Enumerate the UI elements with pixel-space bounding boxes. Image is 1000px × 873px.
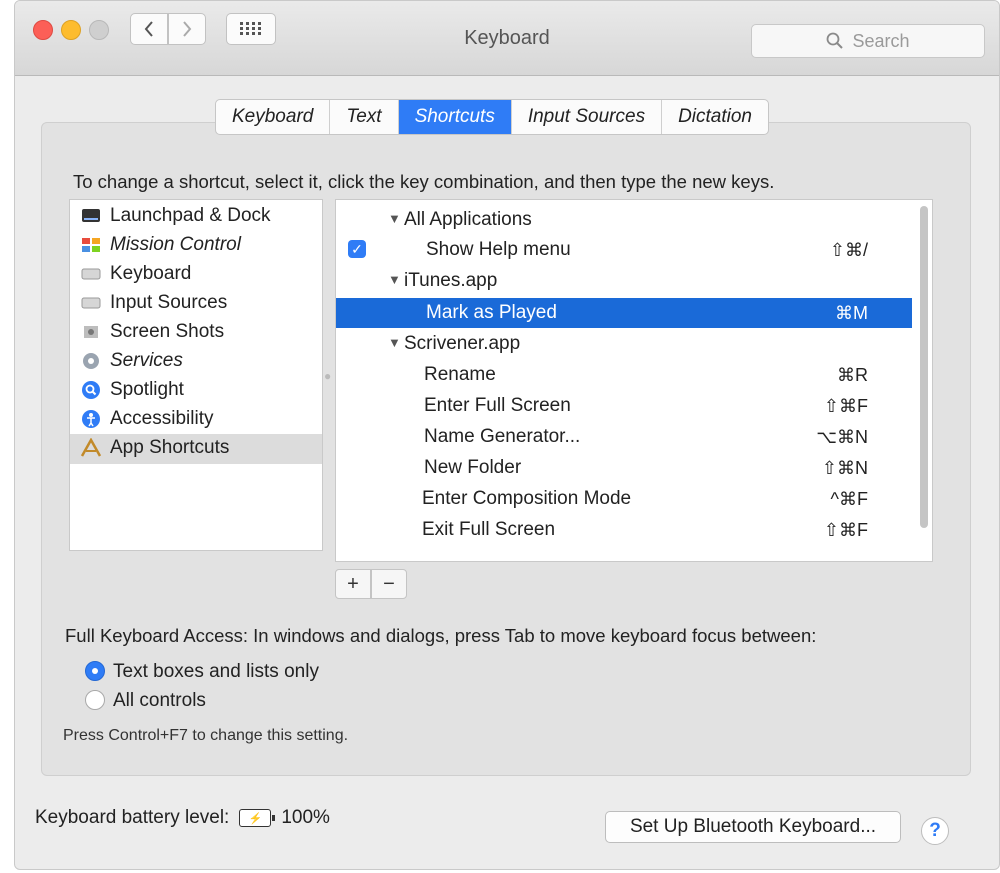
- shortcut-group-scrivener[interactable]: ▼ Scrivener.app: [336, 329, 912, 359]
- shortcut-group-all-applications[interactable]: ▼ All Applications: [336, 205, 912, 235]
- battery-icon: ⚡: [239, 809, 276, 827]
- tab-text[interactable]: Text: [330, 100, 399, 134]
- disclosure-triangle-icon: ▼: [388, 335, 401, 350]
- shortcut-row-name-generator[interactable]: Name Generator... ⌥⌘N: [336, 422, 912, 452]
- screenshot-icon: [80, 323, 102, 341]
- category-screen-shots[interactable]: Screen Shots: [80, 318, 224, 346]
- shortcut-row-show-help-menu[interactable]: ✓ Show Help menu ⇧⌘/: [336, 235, 912, 265]
- disclosure-triangle-icon: ▼: [388, 272, 401, 287]
- shortcut-row-rename[interactable]: Rename ⌘R: [336, 360, 912, 390]
- setup-bluetooth-keyboard-button[interactable]: Set Up Bluetooth Keyboard...: [605, 811, 901, 843]
- tab-bar: Keyboard Text Shortcuts Input Sources Di…: [215, 99, 769, 135]
- category-label: Keyboard: [110, 263, 192, 284]
- shortcut-key: ⇧⌘N: [821, 458, 868, 478]
- remove-shortcut-button[interactable]: −: [371, 569, 407, 599]
- instruction-text: To change a shortcut, select it, click t…: [73, 171, 775, 192]
- accessibility-icon: [80, 410, 102, 428]
- checkbox-checked-icon[interactable]: ✓: [348, 240, 366, 258]
- app-shortcuts-icon: [80, 438, 102, 457]
- disclosure-triangle-icon: ▼: [388, 211, 401, 226]
- vertical-scrollbar[interactable]: [920, 206, 928, 528]
- tab-input-sources[interactable]: Input Sources: [512, 100, 663, 134]
- preferences-window: Keyboard Search Keyboard Text Shortcuts …: [14, 0, 1000, 870]
- shortcut-key: ⇧⌘/: [829, 240, 868, 260]
- shortcut-note: Press Control+F7 to change this setting.: [63, 727, 349, 744]
- shortcut-row-exit-full-screen[interactable]: Exit Full Screen ⇧⌘F: [336, 515, 912, 545]
- category-services[interactable]: Services: [80, 347, 183, 375]
- full-keyboard-access-label: Full Keyboard Access: In windows and dia…: [65, 625, 817, 646]
- mission-control-icon: [80, 236, 102, 254]
- shortcut-row-mark-as-played[interactable]: Mark as Played ⌘M: [336, 298, 912, 328]
- category-mission-control[interactable]: Mission Control: [80, 231, 241, 259]
- category-app-shortcuts[interactable]: App Shortcuts: [80, 434, 229, 462]
- tab-keyboard[interactable]: Keyboard: [216, 100, 331, 134]
- keyboard-icon: [80, 265, 102, 283]
- shortcut-row-new-folder[interactable]: New Folder ⇧⌘N: [336, 453, 912, 483]
- input-sources-icon: [80, 294, 102, 312]
- search-field[interactable]: Search: [751, 24, 985, 58]
- category-keyboard[interactable]: Keyboard: [80, 260, 191, 288]
- category-label: Launchpad & Dock: [110, 205, 271, 226]
- help-button[interactable]: ?: [921, 817, 949, 845]
- category-label: Accessibility: [110, 408, 214, 429]
- shortcut-key: ⇧⌘F: [823, 396, 868, 416]
- radio-all-controls[interactable]: [85, 690, 105, 710]
- split-handle[interactable]: ●: [324, 369, 331, 383]
- launchpad-icon: [80, 207, 102, 225]
- tab-shortcuts[interactable]: Shortcuts: [398, 100, 512, 134]
- spotlight-icon: [80, 381, 102, 399]
- shortcut-key: ⌘R: [837, 365, 868, 385]
- title-bar: Keyboard Search: [15, 1, 999, 76]
- category-accessibility[interactable]: Accessibility: [80, 405, 213, 433]
- radio-label-all-controls: All controls: [113, 690, 206, 711]
- shortcuts-list: ▼ All Applications ✓ Show Help menu ⇧⌘/ …: [335, 199, 933, 562]
- shortcut-row-enter-full-screen[interactable]: Enter Full Screen ⇧⌘F: [336, 391, 912, 421]
- shortcut-key: ⌥⌘N: [816, 427, 868, 447]
- shortcut-key: ^⌘F: [830, 489, 868, 509]
- category-input-sources[interactable]: Input Sources: [80, 289, 227, 317]
- shortcut-key: ⌘M: [835, 303, 868, 323]
- category-label: Screen Shots: [110, 321, 225, 342]
- search-icon: [827, 32, 844, 49]
- shortcut-row-composition-mode[interactable]: Enter Composition Mode ^⌘F: [336, 484, 912, 514]
- search-placeholder: Search: [852, 30, 910, 51]
- battery-status: Keyboard battery level: ⚡ 100%: [35, 807, 330, 829]
- battery-label: Keyboard battery level:: [35, 807, 230, 828]
- category-label: Input Sources: [110, 292, 228, 313]
- category-list: Launchpad & Dock Mission Control Keyboar…: [69, 199, 323, 551]
- tab-dictation[interactable]: Dictation: [662, 100, 768, 134]
- radio-label-text-boxes: Text boxes and lists only: [113, 661, 319, 682]
- category-spotlight[interactable]: Spotlight: [80, 376, 184, 404]
- shortcut-key: ⇧⌘F: [823, 520, 868, 540]
- radio-text-boxes-lists[interactable]: [85, 661, 105, 681]
- gear-icon: [80, 352, 102, 370]
- category-label: Spotlight: [110, 379, 184, 400]
- category-label: App Shortcuts: [110, 437, 230, 458]
- category-label: Mission Control: [110, 234, 241, 255]
- add-shortcut-button[interactable]: +: [335, 569, 371, 599]
- shortcut-group-itunes[interactable]: ▼ iTunes.app: [336, 266, 912, 296]
- category-launchpad-dock[interactable]: Launchpad & Dock: [80, 202, 271, 230]
- battery-value: 100%: [281, 807, 330, 828]
- category-label: Services: [110, 350, 183, 371]
